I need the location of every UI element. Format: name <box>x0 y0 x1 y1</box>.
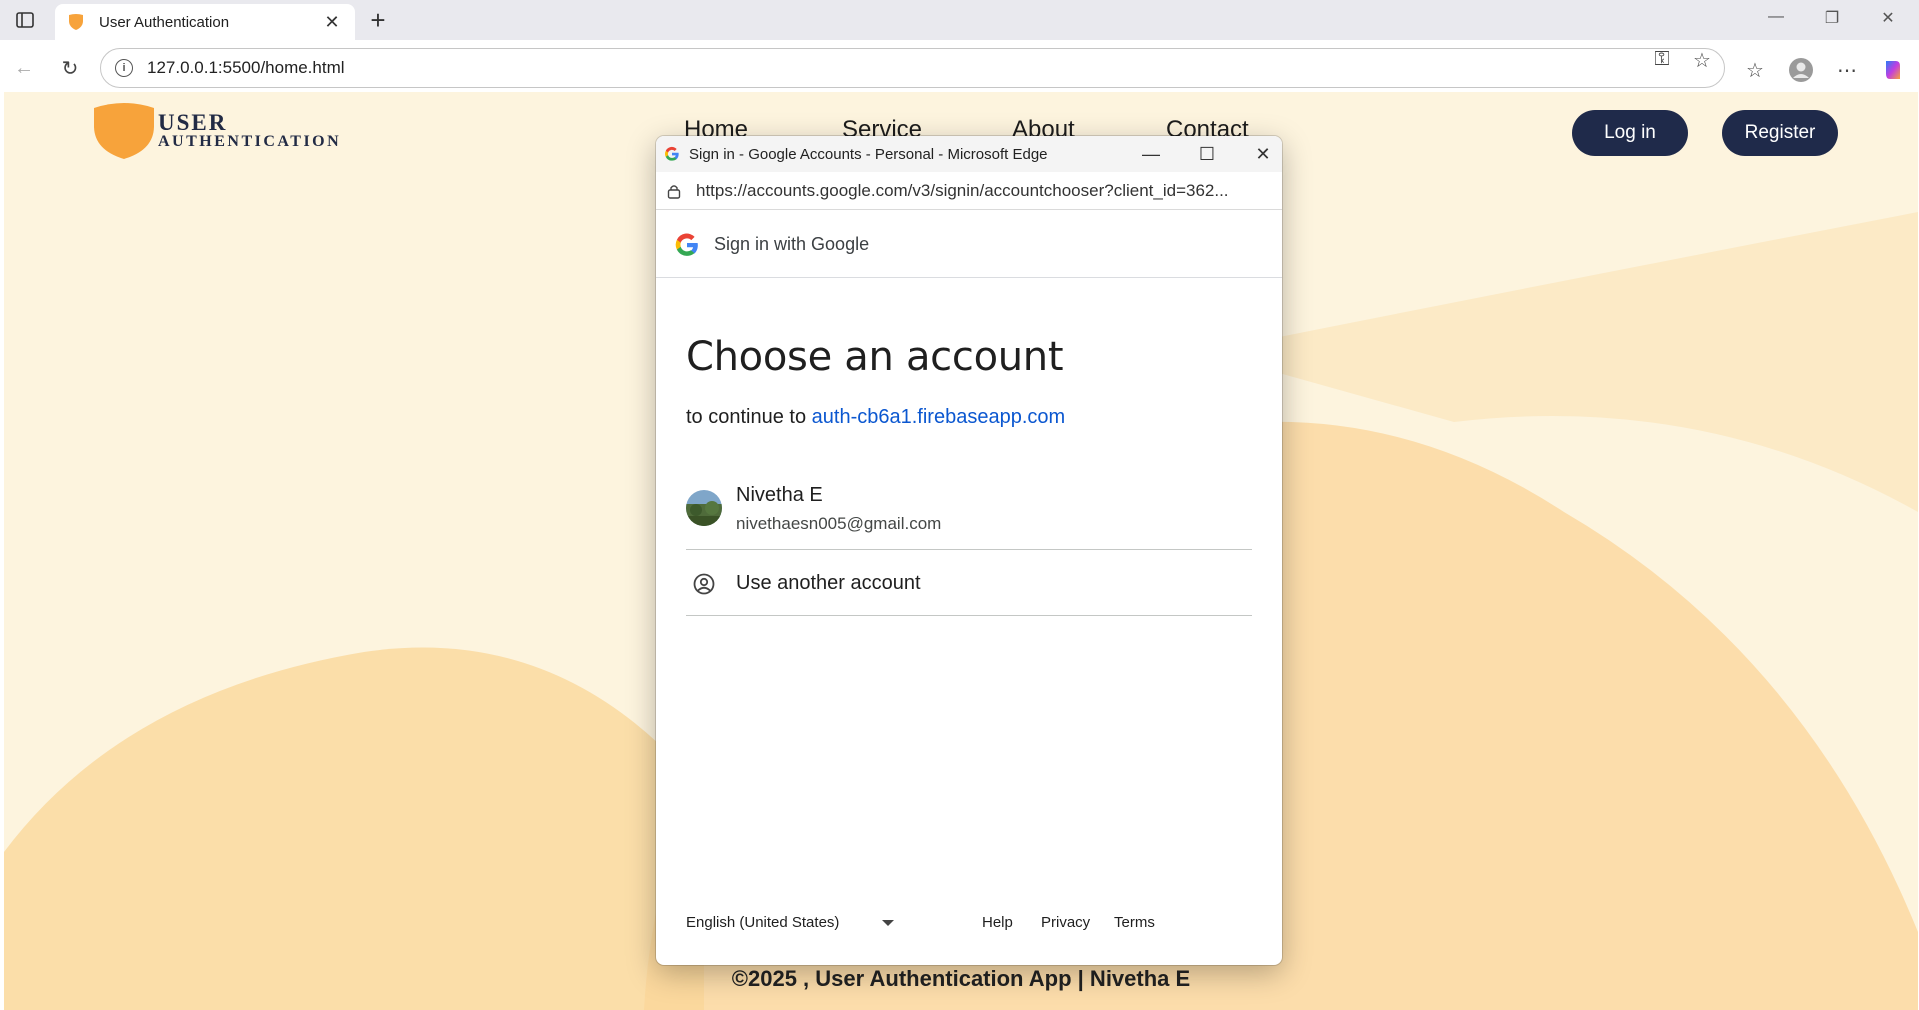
privacy-link[interactable]: Privacy <box>1041 914 1090 931</box>
continue-app-link[interactable]: auth-cb6a1.firebaseapp.com <box>812 406 1066 428</box>
popup-minimize-icon[interactable]: — <box>1136 141 1166 167</box>
google-header-text: Sign in with Google <box>714 234 870 254</box>
google-header: Sign in with Google <box>656 212 1282 278</box>
tab-title: User Authentication <box>99 13 230 31</box>
site-logo[interactable]: USER AUTHENTICATION <box>92 102 362 162</box>
account-row[interactable]: Nivetha E nivethaesn005@gmail.com <box>686 470 1252 550</box>
terms-link[interactable]: Terms <box>1114 914 1155 931</box>
sidebar-icon[interactable] <box>12 9 38 31</box>
minimize-icon[interactable]: — <box>1754 8 1798 26</box>
close-window-icon[interactable]: ✕ <box>1866 8 1910 28</box>
account-email: nivethaesn005@gmail.com <box>736 514 942 533</box>
signin-popup-window: Sign in - Google Accounts - Personal - M… <box>656 136 1282 965</box>
help-link[interactable]: Help <box>982 914 1013 931</box>
shield-logo-icon <box>94 103 154 159</box>
plus-icon[interactable]: + <box>364 6 392 34</box>
popup-address-bar: https://accounts.google.com/v3/signin/ac… <box>656 172 1282 210</box>
address-bar[interactable]: i 127.0.0.1:5500/home.html <box>100 48 1725 88</box>
popup-close-icon[interactable]: ✕ <box>1248 141 1278 167</box>
page-title: Choose an account <box>686 334 1064 380</box>
copilot-icon[interactable] <box>1878 56 1908 84</box>
register-button[interactable]: Register <box>1722 110 1838 156</box>
info-icon[interactable]: i <box>115 59 133 77</box>
use-another-account-label: Use another account <box>736 572 921 594</box>
address-url: 127.0.0.1:5500/home.html <box>147 58 345 77</box>
google-favicon <box>665 146 679 161</box>
continue-text: to continue to auth-cb6a1.firebaseapp.co… <box>686 406 1065 429</box>
chevron-down-icon[interactable] <box>882 920 894 926</box>
popup-window-title: Sign in - Google Accounts - Personal - M… <box>689 145 1048 163</box>
lock-icon <box>667 184 681 199</box>
star-icon[interactable]: ☆ <box>1688 48 1716 73</box>
back-icon[interactable]: ← <box>10 54 38 82</box>
shield-favicon <box>69 14 83 30</box>
language-select[interactable]: English (United States) <box>686 914 839 931</box>
browser-tab[interactable]: User Authentication ✕ <box>55 4 355 40</box>
profile-icon[interactable] <box>1786 56 1816 84</box>
account-name: Nivetha E <box>736 484 823 506</box>
restore-icon[interactable]: ❐ <box>1810 8 1854 28</box>
login-button[interactable]: Log in <box>1572 110 1688 156</box>
popup-maximize-icon[interactable]: ☐ <box>1192 141 1222 167</box>
account-circle-icon <box>693 573 715 595</box>
popup-titlebar: Sign in - Google Accounts - Personal - M… <box>656 136 1282 172</box>
key-icon[interactable]: ⚿ <box>1648 48 1676 71</box>
favorites-icon[interactable]: ☆ <box>1740 56 1770 84</box>
continue-prefix: to continue to <box>686 406 807 428</box>
logo-line2: AUTHENTICATION <box>158 133 342 150</box>
google-logo-icon <box>675 232 698 256</box>
more-icon[interactable]: ⋯ <box>1832 56 1862 84</box>
tab-strip: User Authentication ✕ + — ❐ ✕ <box>0 0 1919 40</box>
popup-url: https://accounts.google.com/v3/signin/ac… <box>696 180 1229 200</box>
browser-toolbar: ← ↻ i 127.0.0.1:5500/home.html ⚿ ☆ ☆ ⋯ <box>0 40 1919 96</box>
close-icon[interactable]: ✕ <box>321 12 343 33</box>
footer-copyright: ©2025 , User Authentication App | Niveth… <box>731 966 1191 991</box>
refresh-icon[interactable]: ↻ <box>56 54 84 82</box>
avatar <box>686 490 722 526</box>
use-another-account-row[interactable]: Use another account <box>686 550 1252 616</box>
